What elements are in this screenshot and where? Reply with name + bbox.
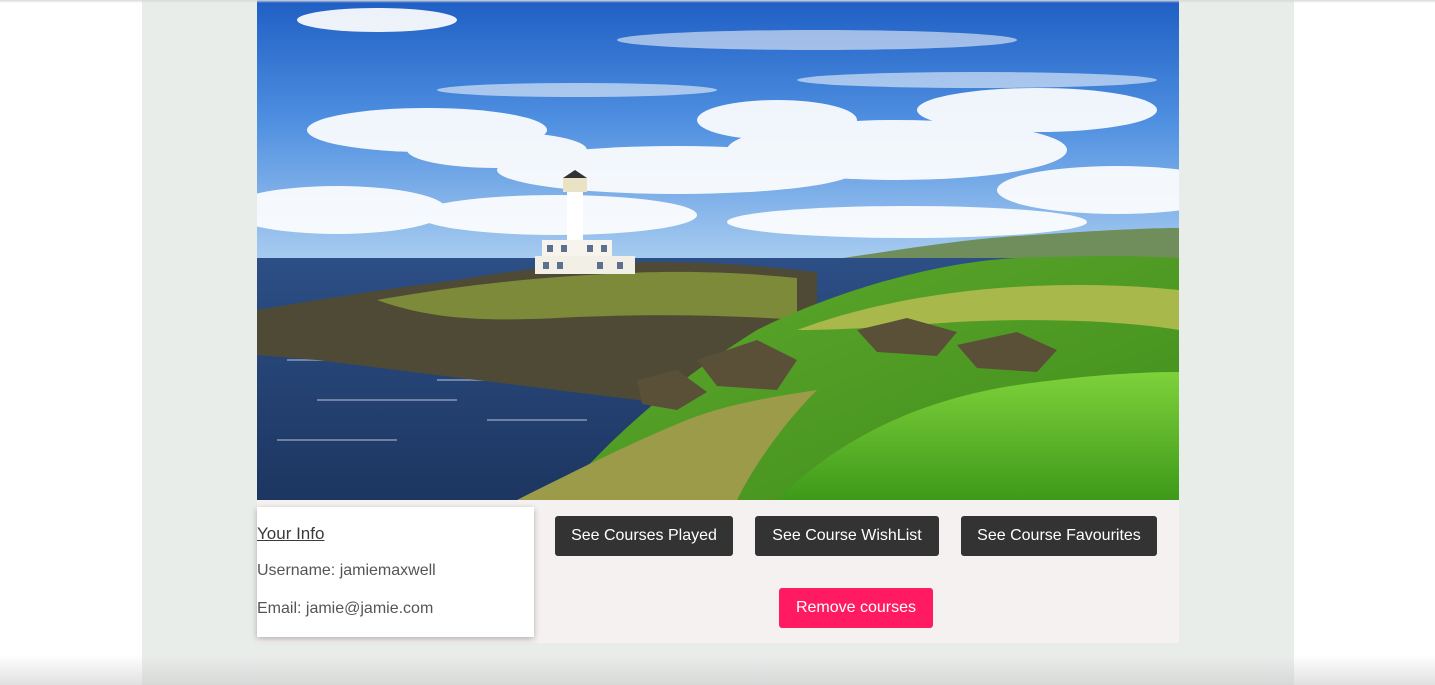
see-courses-played-button[interactable]: See Courses Played: [555, 516, 733, 556]
see-course-wishlist-button[interactable]: See Course WishList: [755, 516, 939, 556]
hero-image: [257, 0, 1179, 500]
top-shadow: [0, 0, 1435, 3]
bottom-fade: [0, 655, 1435, 685]
your-info-heading: Your Info: [257, 524, 325, 543]
email-text: Email: jamie@jamie.com: [257, 600, 434, 617]
see-course-favourites-button[interactable]: See Course Favourites: [961, 516, 1157, 556]
user-info-card: Your Info Username: jamiemaxwell Email: …: [257, 507, 534, 637]
remove-courses-button[interactable]: Remove courses: [779, 588, 933, 628]
username-text: Username: jamiemaxwell: [257, 562, 436, 579]
golf-course-lighthouse-image: [257, 0, 1179, 500]
